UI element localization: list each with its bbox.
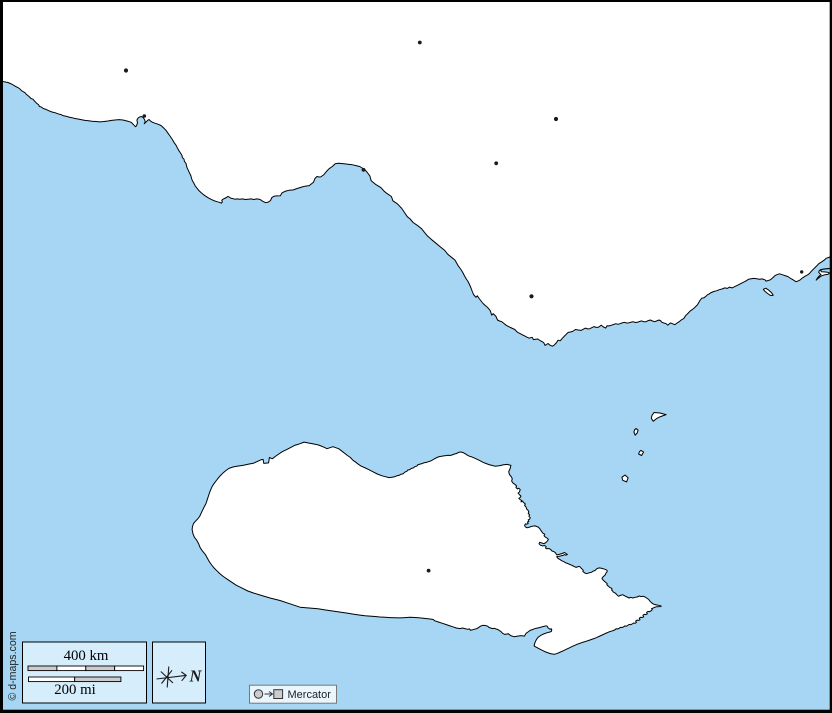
svg-text:© d-maps.com: © d-maps.com	[7, 631, 19, 700]
svg-text:N: N	[189, 667, 203, 686]
svg-text:200 mi: 200 mi	[54, 682, 96, 698]
svg-text:Mercator: Mercator	[288, 689, 332, 701]
svg-text:400 km: 400 km	[64, 648, 109, 664]
